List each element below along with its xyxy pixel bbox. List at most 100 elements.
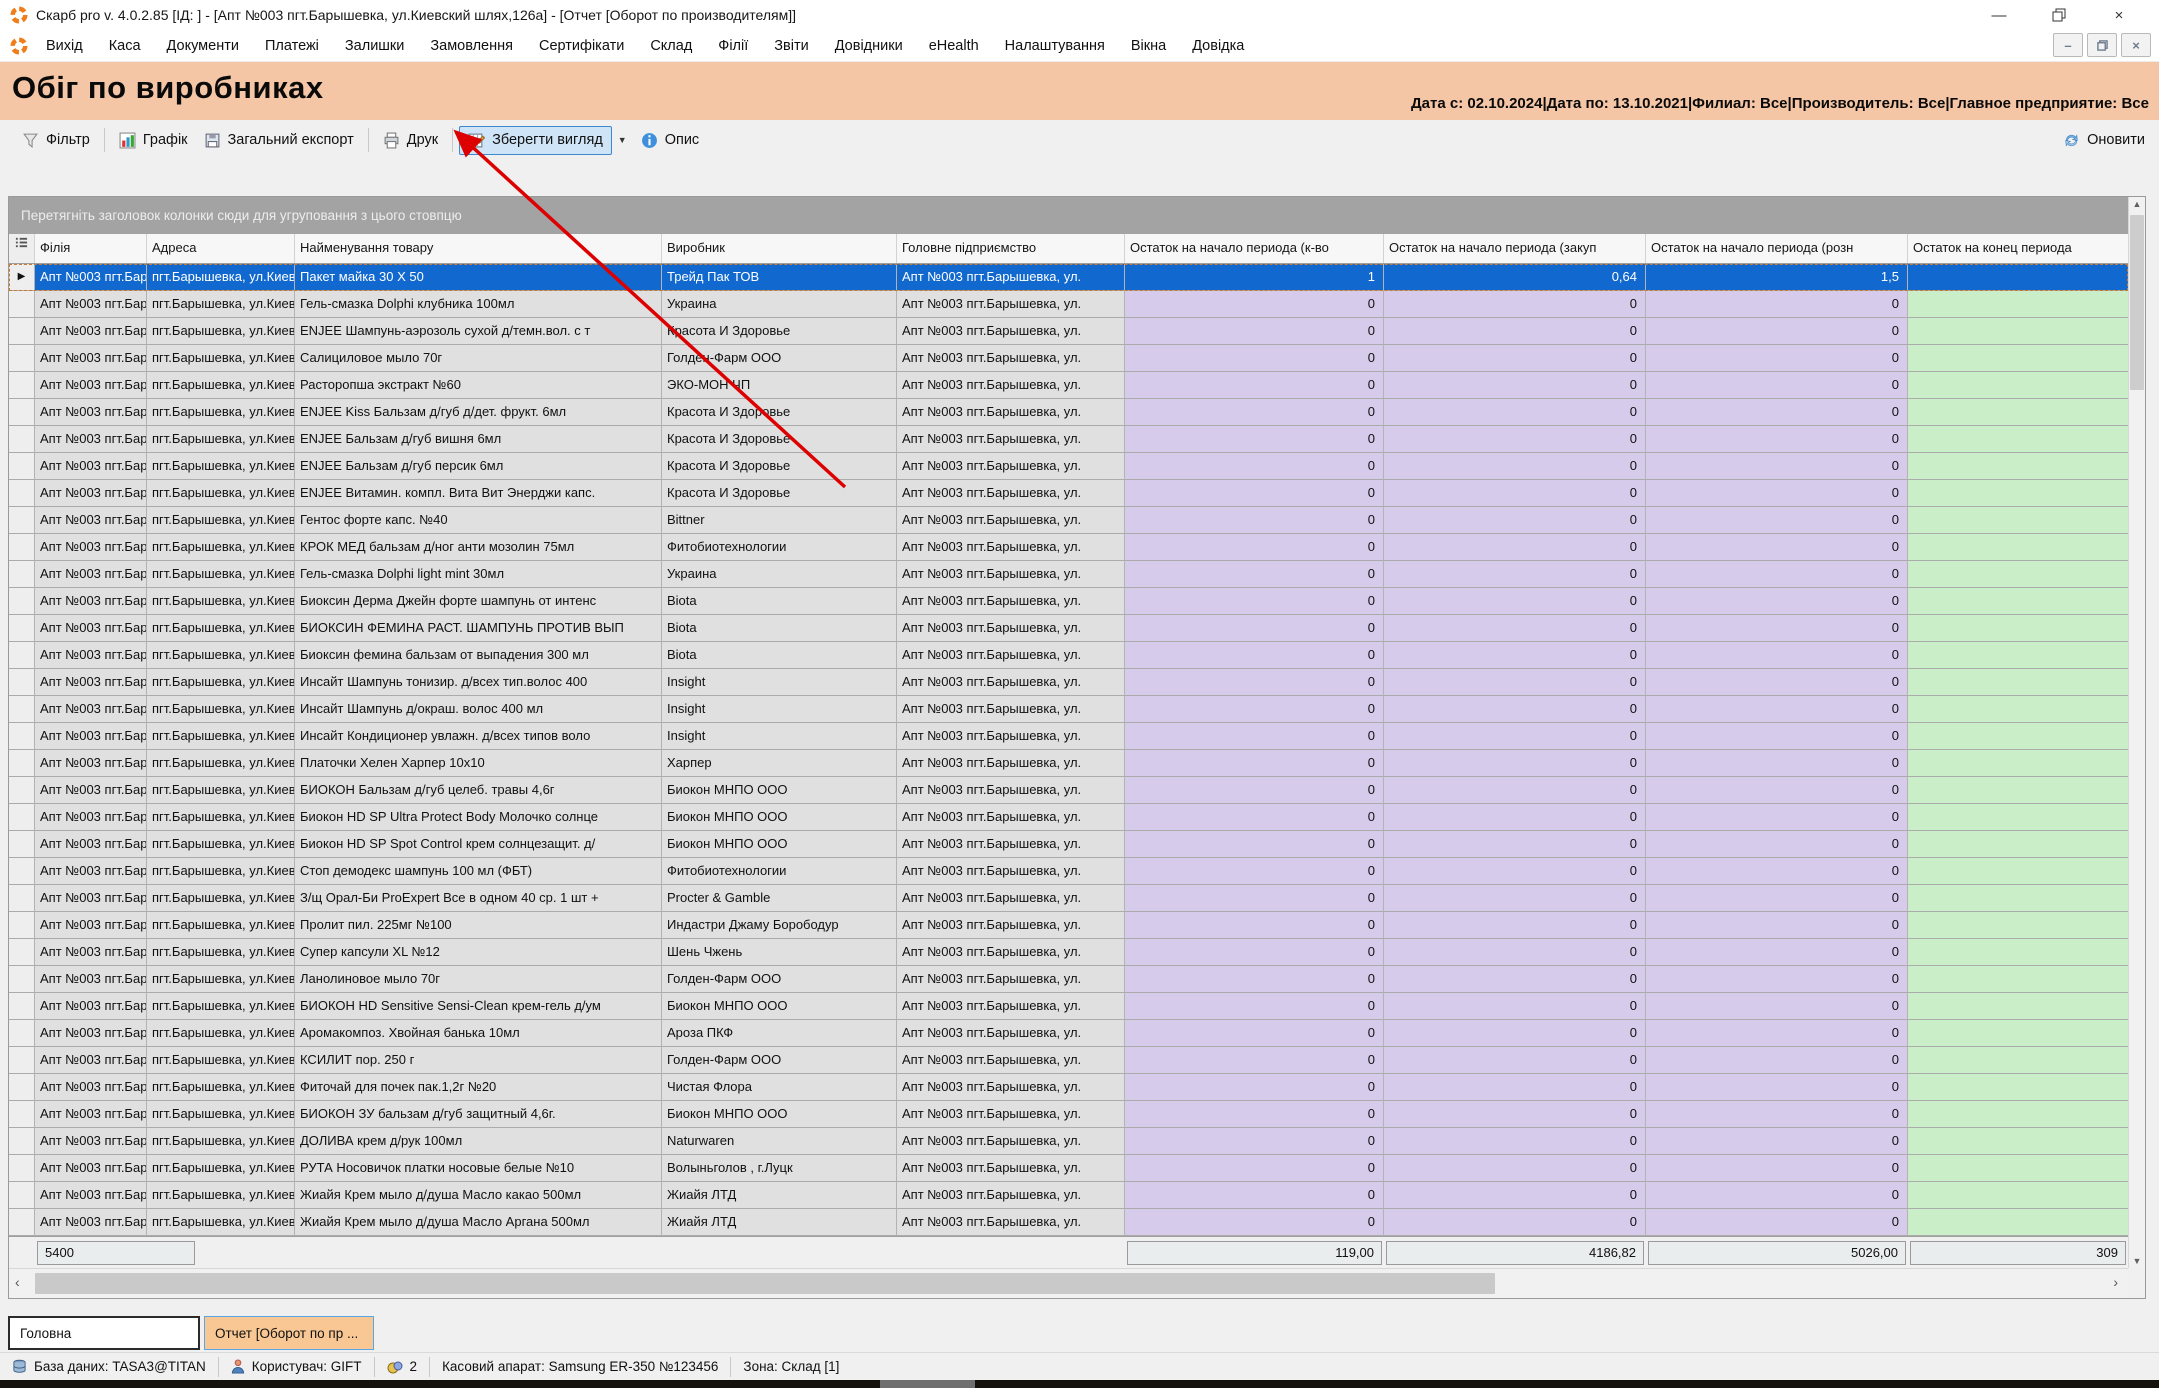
status-zone-label: Зона: Склад [1] xyxy=(743,1359,839,1374)
table-row[interactable]: Апт №003 пгт.Барышевкапгт.Барышевка, ул.… xyxy=(9,291,2128,318)
table-row[interactable]: Апт №003 пгт.Барышевкапгт.Барышевка, ул.… xyxy=(9,372,2128,399)
table-row[interactable]: Апт №003 пгт.Барышевкапгт.Барышевка, ул.… xyxy=(9,966,2128,993)
table-row[interactable]: Апт №003 пгт.Барышевкапгт.Барышевка, ул.… xyxy=(9,426,2128,453)
menu-item-вихід[interactable]: Вихід xyxy=(46,38,83,54)
table-row[interactable]: Апт №003 пгт.Барышевкапгт.Барышевка, ул.… xyxy=(9,885,2128,912)
table-row[interactable]: Апт №003 пгт.Барышевкапгт.Барышевка, ул.… xyxy=(9,723,2128,750)
table-row[interactable]: Апт №003 пгт.Барышевкапгт.Барышевка, ул.… xyxy=(9,1128,2128,1155)
mdi-minimize-button[interactable]: – xyxy=(2053,33,2083,57)
cell-start-qty: 0 xyxy=(1125,723,1384,750)
cell-start-retail: 0 xyxy=(1646,1101,1908,1128)
column-chooser-button[interactable] xyxy=(9,234,35,263)
menu-item-залишки[interactable]: Залишки xyxy=(345,38,404,54)
scroll-right-arrow[interactable]: › xyxy=(2113,1274,2118,1290)
column-header[interactable]: Остаток на начало периода (к-во xyxy=(1125,234,1384,263)
table-row[interactable]: Апт №003 пгт.Барышевкапгт.Барышевка, ул.… xyxy=(9,1101,2128,1128)
table-row[interactable]: Апт №003 пгт.Барышевкапгт.Барышевка, ул.… xyxy=(9,1182,2128,1209)
column-header[interactable]: Остаток на конец периода xyxy=(1908,234,2128,263)
column-header[interactable]: Головне підприємство xyxy=(897,234,1125,263)
table-row[interactable]: Апт №003 пгт.Барышевкапгт.Барышевка, ул.… xyxy=(9,1020,2128,1047)
minimize-button[interactable]: — xyxy=(1969,0,2029,30)
table-row[interactable]: ▶Апт №003 пгт.Барышевкапгт.Барышевка, ул… xyxy=(9,264,2128,291)
table-row[interactable]: Апт №003 пгт.Барышевкапгт.Барышевка, ул.… xyxy=(9,534,2128,561)
menu-item-склад[interactable]: Склад xyxy=(650,38,692,54)
vertical-scrollbar[interactable]: ▲ ▼ xyxy=(2128,197,2145,1268)
filter-button[interactable]: Фільтр xyxy=(14,127,98,154)
menu-item-довідка[interactable]: Довідка xyxy=(1192,38,1244,54)
table-row[interactable]: Апт №003 пгт.Барышевкапгт.Барышевка, ул.… xyxy=(9,777,2128,804)
cell-product: Гентос форте капс. №40 xyxy=(295,507,662,534)
table-row[interactable]: Апт №003 пгт.Барышевкапгт.Барышевка, ул.… xyxy=(9,588,2128,615)
mdi-close-button[interactable]: × xyxy=(2121,33,2151,57)
table-row[interactable]: Апт №003 пгт.Барышевкапгт.Барышевка, ул.… xyxy=(9,1047,2128,1074)
column-header[interactable]: Остаток на начало периода (закуп xyxy=(1384,234,1646,263)
table-row[interactable]: Апт №003 пгт.Барышевкапгт.Барышевка, ул.… xyxy=(9,561,2128,588)
coins-icon xyxy=(387,1360,403,1374)
description-button[interactable]: Опис xyxy=(633,127,707,154)
tab-home[interactable]: Головна xyxy=(8,1316,200,1350)
horizontal-scroll-thumb[interactable] xyxy=(35,1273,1495,1294)
cell-start-retail: 0 xyxy=(1646,1128,1908,1155)
menu-item-філії[interactable]: Філії xyxy=(718,38,748,54)
column-header[interactable]: Адреса xyxy=(147,234,295,263)
tab-report[interactable]: Отчет [Оборот по пр ... xyxy=(204,1316,374,1350)
menu-item-документи[interactable]: Документи xyxy=(167,38,239,54)
table-row[interactable]: Апт №003 пгт.Барышевкапгт.Барышевка, ул.… xyxy=(9,1155,2128,1182)
cell-start-purchase: 0 xyxy=(1384,615,1646,642)
cell-start-retail: 0 xyxy=(1646,696,1908,723)
menu-item-налаштування[interactable]: Налаштування xyxy=(1005,38,1105,54)
table-row[interactable]: Апт №003 пгт.Барышевкапгт.Барышевка, ул.… xyxy=(9,615,2128,642)
table-row[interactable]: Апт №003 пгт.Барышевкапгт.Барышевка, ул.… xyxy=(9,480,2128,507)
group-by-bar[interactable]: Перетягніть заголовок колонки сюди для у… xyxy=(9,197,2128,234)
table-row[interactable]: Апт №003 пгт.Барышевкапгт.Барышевка, ул.… xyxy=(9,858,2128,885)
print-button[interactable]: Друк xyxy=(375,127,446,154)
export-button[interactable]: Загальний експорт xyxy=(196,127,362,154)
refresh-button[interactable]: Оновити xyxy=(2063,120,2145,160)
menu-item-звіти[interactable]: Звіти xyxy=(774,38,808,54)
menu-item-замовлення[interactable]: Замовлення xyxy=(430,38,513,54)
table-row[interactable]: Апт №003 пгт.Барышевкапгт.Барышевка, ул.… xyxy=(9,507,2128,534)
save-view-button[interactable]: Зберегти вигляд xyxy=(459,126,612,155)
table-row[interactable]: Апт №003 пгт.Барышевкапгт.Барышевка, ул.… xyxy=(9,642,2128,669)
table-row[interactable]: Апт №003 пгт.Барышевкапгт.Барышевка, ул.… xyxy=(9,993,2128,1020)
menu-item-ehealth[interactable]: eHealth xyxy=(929,38,979,54)
menu-item-каса[interactable]: Каса xyxy=(109,38,141,54)
scroll-down-arrow[interactable]: ▼ xyxy=(2129,1256,2145,1266)
scroll-up-arrow[interactable]: ▲ xyxy=(2129,199,2145,209)
menu-item-платежі[interactable]: Платежі xyxy=(265,38,319,54)
cell-start-purchase: 0 xyxy=(1384,669,1646,696)
table-row[interactable]: Апт №003 пгт.Барышевкапгт.Барышевка, ул.… xyxy=(9,399,2128,426)
restore-button[interactable] xyxy=(2029,0,2089,30)
menu-item-довідники[interactable]: Довідники xyxy=(835,38,903,54)
table-row[interactable]: Апт №003 пгт.Барышевкапгт.Барышевка, ул.… xyxy=(9,750,2128,777)
table-row[interactable]: Апт №003 пгт.Барышевкапгт.Барышевка, ул.… xyxy=(9,453,2128,480)
column-header[interactable]: Філія xyxy=(35,234,147,263)
close-button[interactable]: × xyxy=(2089,0,2149,30)
table-row[interactable]: Апт №003 пгт.Барышевкапгт.Барышевка, ул.… xyxy=(9,669,2128,696)
column-header[interactable]: Виробник xyxy=(662,234,897,263)
chart-button[interactable]: Графік xyxy=(111,127,196,154)
table-row[interactable]: Апт №003 пгт.Барышевкапгт.Барышевка, ул.… xyxy=(9,939,2128,966)
column-header[interactable]: Найменування товару xyxy=(295,234,662,263)
mdi-restore-button[interactable] xyxy=(2087,33,2117,57)
table-row[interactable]: Апт №003 пгт.Барышевкапгт.Барышевка, ул.… xyxy=(9,804,2128,831)
cell-main-company: Апт №003 пгт.Барышевка, ул. xyxy=(897,1209,1125,1236)
cell-end-period xyxy=(1908,453,2128,480)
table-row[interactable]: Апт №003 пгт.Барышевкапгт.Барышевка, ул.… xyxy=(9,831,2128,858)
table-row[interactable]: Апт №003 пгт.Барышевкапгт.Барышевка, ул.… xyxy=(9,696,2128,723)
column-header[interactable]: Остаток на начало периода (розн xyxy=(1646,234,1908,263)
table-row[interactable]: Апт №003 пгт.Барышевкапгт.Барышевка, ул.… xyxy=(9,345,2128,372)
scroll-left-arrow[interactable]: ‹ xyxy=(15,1274,20,1290)
save-view-dropdown[interactable]: ▼ xyxy=(612,135,633,145)
table-row[interactable]: Апт №003 пгт.Барышевкапгт.Барышевка, ул.… xyxy=(9,912,2128,939)
horizontal-scrollbar[interactable]: ‹ › xyxy=(9,1268,2128,1298)
row-indicator xyxy=(9,939,35,966)
row-indicator xyxy=(9,1128,35,1155)
table-row[interactable]: Апт №003 пгт.Барышевкапгт.Барышевка, ул.… xyxy=(9,1209,2128,1236)
table-row[interactable]: Апт №003 пгт.Барышевкапгт.Барышевка, ул.… xyxy=(9,318,2128,345)
vertical-scroll-thumb[interactable] xyxy=(2130,215,2144,390)
menu-item-сертифікати[interactable]: Сертифікати xyxy=(539,38,624,54)
row-indicator xyxy=(9,588,35,615)
table-row[interactable]: Апт №003 пгт.Барышевкапгт.Барышевка, ул.… xyxy=(9,1074,2128,1101)
menu-item-вікна[interactable]: Вікна xyxy=(1131,38,1166,54)
